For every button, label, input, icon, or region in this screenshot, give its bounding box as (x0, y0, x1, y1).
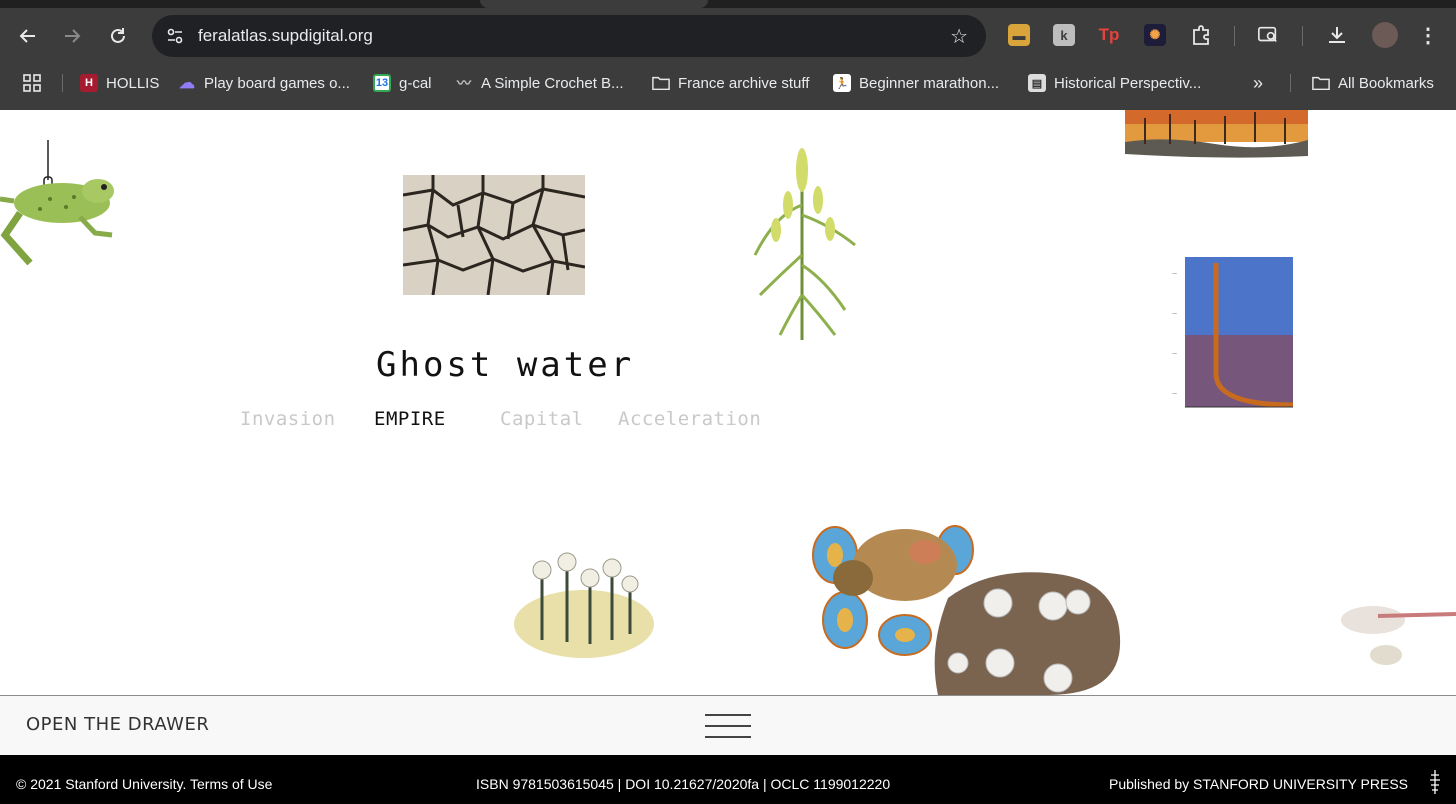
reload-button[interactable] (102, 20, 134, 52)
back-arrow-icon (19, 29, 35, 43)
tab-invasion[interactable]: Invasion (240, 408, 336, 430)
publisher-link[interactable]: Published by STANFORD UNIVERSITY PRESS (1109, 776, 1408, 792)
tab-acceleration[interactable]: Acceleration (618, 408, 761, 430)
runner-icon: 🏃 (833, 74, 851, 92)
svg-text:—: — (1172, 311, 1177, 317)
tab-capital[interactable]: Capital (500, 408, 584, 430)
book-icon: ▤ (1028, 74, 1046, 92)
drawer-bar: OPEN THE DRAWER (0, 695, 1456, 755)
svg-text:—: — (1172, 271, 1177, 277)
tp-extension-icon[interactable]: Tp (1098, 24, 1120, 46)
bookmark-marathon[interactable]: 🏃 Beginner marathon... (833, 72, 999, 94)
more-bookmarks-chevron-icon[interactable]: » (1253, 72, 1263, 94)
graph-painting-illustration[interactable]: — — — — (1170, 255, 1295, 413)
hamburger-menu-icon[interactable] (705, 714, 751, 738)
svg-text:—: — (1172, 391, 1177, 397)
forward-button[interactable] (56, 20, 88, 52)
url-text[interactable]: feralatlas.supdigital.org (198, 26, 373, 46)
bookmark-crochet[interactable]: 〰 A Simple Crochet B... (455, 72, 624, 94)
copyright-terms-link[interactable]: © 2021 Stanford University. Terms of Use (16, 776, 272, 792)
hollis-shield-icon: H (80, 74, 98, 92)
cracked-earth-illustration[interactable] (403, 175, 585, 295)
bookmarks-divider (62, 74, 63, 92)
reload-icon (111, 28, 125, 43)
profile-avatar[interactable] (1372, 22, 1398, 48)
apps-grid-icon[interactable] (22, 72, 42, 94)
bookmark-label: g-cal (399, 74, 432, 92)
bookmark-label: Beginner marathon... (859, 74, 1000, 92)
bookmarks-divider (1290, 74, 1291, 92)
bookmark-label: France archive stuff (678, 74, 810, 92)
bookmark-hollis[interactable]: H HOLLIS (80, 72, 159, 94)
frog-illustration[interactable] (0, 135, 120, 270)
k-extension-icon[interactable]: k (1053, 24, 1075, 46)
bookmark-star-icon[interactable]: ☆ (950, 24, 968, 48)
folder-icon (1312, 74, 1330, 92)
sunburst-extension-icon[interactable]: ✺ (1144, 24, 1166, 46)
download-icon[interactable] (1326, 24, 1348, 46)
bookmark-france-archive[interactable]: France archive stuff (652, 72, 809, 94)
wildfire-landscape-illustration[interactable] (1125, 110, 1308, 160)
extensions-puzzle-icon[interactable] (1190, 24, 1212, 46)
bookmark-label: Play board games o... (204, 74, 350, 92)
tab-empire[interactable]: EMPIRE (374, 408, 446, 430)
folder-extension-icon[interactable]: ▬ (1008, 24, 1030, 46)
menu-kebab-icon[interactable]: ⋮ (1417, 24, 1439, 47)
site-footer: © 2021 Stanford University. Terms of Use… (0, 755, 1456, 804)
crochet-icon: 〰 (457, 75, 471, 91)
all-bookmarks-label: All Bookmarks (1338, 74, 1434, 92)
goldenrod-plant-illustration[interactable] (740, 145, 865, 345)
tab-search-icon[interactable] (1257, 24, 1279, 46)
all-bookmarks-folder[interactable]: All Bookmarks (1312, 72, 1434, 94)
toolbar-divider (1234, 26, 1235, 46)
boardgame-icon: ☁ (179, 75, 195, 92)
site-info-icon[interactable] (164, 25, 186, 47)
bookmark-label: Historical Perspectiv... (1054, 74, 1202, 92)
larva-illustration[interactable] (1338, 600, 1456, 670)
bookmark-label: A Simple Crochet B... (481, 74, 624, 92)
active-tab[interactable] (480, 0, 708, 8)
bookmarks-bar: H HOLLIS ☁ Play board games o... 13 g-ca… (0, 62, 1456, 104)
forward-arrow-icon (65, 29, 81, 43)
bookmark-label: HOLLIS (106, 74, 160, 92)
bookmark-historical[interactable]: ▤ Historical Perspectiv... (1028, 72, 1201, 94)
publication-identifiers: ISBN 9781503615045 | DOI 10.21627/2020fa… (476, 776, 891, 792)
fungus-illustration[interactable] (928, 568, 1123, 695)
address-bar[interactable]: feralatlas.supdigital.org ☆ (152, 15, 986, 57)
tab-strip (0, 0, 1456, 8)
page-title: Ghost water (376, 345, 635, 385)
back-button[interactable] (12, 20, 44, 52)
svg-text:—: — (1172, 351, 1177, 357)
stanford-tree-icon (1430, 770, 1440, 794)
bookmark-board-games[interactable]: ☁ Play board games o... (178, 72, 350, 94)
bookmark-g-cal[interactable]: 13 g-cal (373, 72, 432, 94)
folder-icon (652, 74, 670, 92)
atlas-canvas: — — — — Ghost water Invasion EMPIRE Capital… (0, 110, 1456, 695)
toolbar-divider (1302, 26, 1303, 46)
calendar-icon: 13 (373, 74, 391, 92)
open-drawer-button[interactable]: OPEN THE DRAWER (26, 714, 209, 735)
browser-chrome: feralatlas.supdigital.org ☆ ▬ k Tp ✺ ⋮ H… (0, 0, 1456, 110)
dry-flowers-illustration[interactable] (512, 550, 657, 662)
